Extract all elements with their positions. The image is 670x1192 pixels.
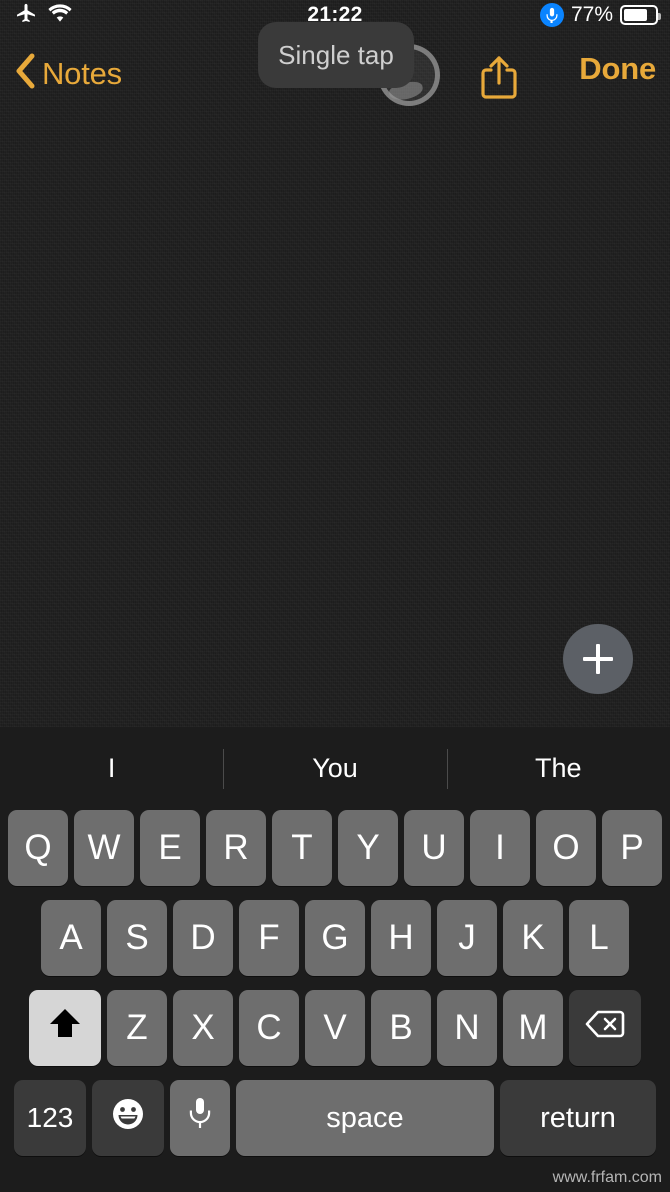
keyboard-row-3: Z X C V B N M [0,990,670,1066]
back-button-label: Notes [42,55,122,91]
battery-icon [620,5,661,25]
key-p[interactable]: P [602,810,662,886]
backspace-icon [585,1008,625,1048]
key-c[interactable]: C [239,990,299,1066]
prediction-bar: I You The [0,727,670,810]
add-attachment-button[interactable] [563,624,633,694]
key-v[interactable]: V [305,990,365,1066]
shift-arrow-icon [49,1007,81,1050]
prediction-candidate-3[interactable]: The [447,753,670,784]
key-y[interactable]: Y [338,810,398,886]
site-watermark: www.frfam.com [552,1169,662,1186]
key-k[interactable]: K [503,900,563,976]
emoji-smiley-icon [111,1097,145,1140]
key-u[interactable]: U [404,810,464,886]
key-e[interactable]: E [140,810,200,886]
key-i[interactable]: I [470,810,530,886]
microphone-icon [189,1097,211,1140]
keyboard-row-2: A S D F G H J K L [0,900,670,976]
shift-key[interactable] [29,990,101,1066]
back-to-notes-button[interactable]: Notes [14,52,122,95]
key-x[interactable]: X [173,990,233,1066]
numeric-mode-key[interactable]: 123 [14,1080,86,1156]
key-t[interactable]: T [272,810,332,886]
key-h[interactable]: H [371,900,431,976]
key-s[interactable]: S [107,900,167,976]
phone-screen: 21:22 77% Notes Done Single tap I You Th… [0,0,670,1192]
status-right-group: 77% [539,0,661,30]
keyboard-row-4: 123 space return [0,1080,670,1156]
key-b[interactable]: B [371,990,431,1066]
key-d[interactable]: D [173,900,233,976]
key-a[interactable]: A [41,900,101,976]
key-w[interactable]: W [74,810,134,886]
key-r[interactable]: R [206,810,266,886]
share-icon [478,56,520,104]
status-left-group [14,1,73,30]
emoji-key[interactable] [92,1080,164,1156]
backspace-key[interactable] [569,990,641,1066]
dictation-key[interactable] [170,1080,230,1156]
prediction-candidate-2[interactable]: You [223,753,446,784]
wifi-icon [47,3,73,28]
share-button[interactable] [478,54,520,105]
plus-icon [583,644,613,674]
key-o[interactable]: O [536,810,596,886]
space-key[interactable]: space [236,1080,494,1156]
key-l[interactable]: L [569,900,629,976]
chevron-left-icon [14,52,36,95]
key-m[interactable]: M [503,990,563,1066]
keyboard-row-1: Q W E R T Y U I O P [0,810,670,886]
key-f[interactable]: F [239,900,299,976]
key-g[interactable]: G [305,900,365,976]
key-j[interactable]: J [437,900,497,976]
battery-percent: 77% [570,3,613,26]
gesture-tooltip-label: Single tap [278,39,394,70]
gesture-tooltip: Single tap [258,22,414,88]
airplane-icon [14,1,38,30]
done-button[interactable]: Done [579,51,656,87]
return-key[interactable]: return [500,1080,656,1156]
key-z[interactable]: Z [107,990,167,1066]
prediction-candidate-1[interactable]: I [0,753,223,784]
key-q[interactable]: Q [8,810,68,886]
key-n[interactable]: N [437,990,497,1066]
onscreen-keyboard: I You The Q W E R T Y U I O P A S D F G … [0,727,670,1192]
microphone-icon [539,3,564,27]
